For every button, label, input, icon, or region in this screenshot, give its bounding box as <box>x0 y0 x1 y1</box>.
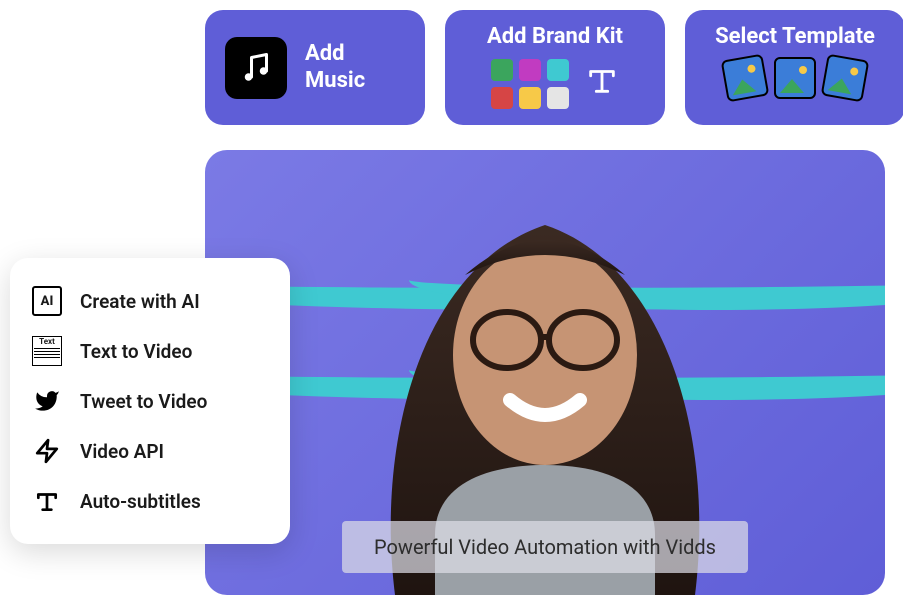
swatch <box>519 87 541 109</box>
add-brand-kit-card[interactable]: Add Brand Kit <box>445 10 665 125</box>
template-thumbnails <box>724 57 866 99</box>
sidebar-item-tweet-video[interactable]: Tweet to Video <box>26 376 274 426</box>
image-icon <box>821 54 870 103</box>
features-sidebar: AI Create with AI Text Text to Video Twe… <box>10 258 290 544</box>
hero-panel: Powerful Video Automation with Vidds <box>205 150 885 595</box>
swatch <box>519 59 541 81</box>
swatch <box>547 87 569 109</box>
add-music-label: Add Music <box>305 41 365 94</box>
sidebar-item-label: Text to Video <box>80 340 192 363</box>
hero-caption: Powerful Video Automation with Vidds <box>342 521 748 573</box>
text-icon: Text <box>32 336 62 366</box>
swatch <box>547 59 569 81</box>
sidebar-item-label: Video API <box>80 440 164 463</box>
swatch <box>491 87 513 109</box>
type-icon <box>585 63 619 105</box>
ai-icon: AI <box>32 286 62 316</box>
image-icon <box>774 57 816 99</box>
brand-swatches <box>491 59 569 109</box>
sidebar-item-video-api[interactable]: Video API <box>26 426 274 476</box>
add-brand-kit-label: Add Brand Kit <box>487 24 623 49</box>
sidebar-item-text-video[interactable]: Text Text to Video <box>26 326 274 376</box>
add-music-card[interactable]: Add Music <box>205 10 425 125</box>
sidebar-item-label: Auto-subtitles <box>80 490 201 513</box>
bolt-icon <box>32 436 62 466</box>
select-template-card[interactable]: Select Template <box>685 10 903 125</box>
sidebar-item-label: Create with AI <box>80 290 200 313</box>
type-icon <box>32 486 62 516</box>
twitter-icon <box>32 386 62 416</box>
music-icon <box>225 37 287 99</box>
sidebar-item-create-ai[interactable]: AI Create with AI <box>26 276 274 326</box>
sidebar-item-auto-subtitles[interactable]: Auto-subtitles <box>26 476 274 526</box>
select-template-label: Select Template <box>715 24 875 49</box>
swatch <box>491 59 513 81</box>
sidebar-item-label: Tweet to Video <box>80 390 207 413</box>
image-icon <box>721 54 770 103</box>
